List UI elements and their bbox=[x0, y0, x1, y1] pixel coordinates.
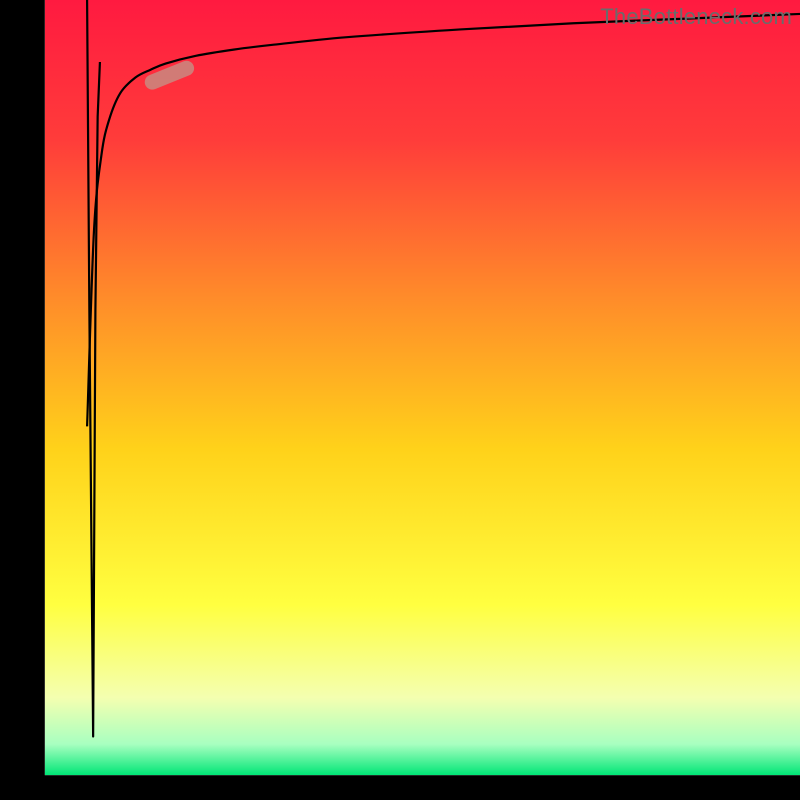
plot-background bbox=[45, 0, 800, 775]
watermark-text: TheBottleneck.com bbox=[600, 4, 792, 30]
bottleneck-chart bbox=[0, 0, 800, 800]
x-axis-band bbox=[0, 775, 800, 800]
page-root: TheBottleneck.com bbox=[0, 0, 800, 800]
y-axis-band bbox=[0, 0, 45, 800]
